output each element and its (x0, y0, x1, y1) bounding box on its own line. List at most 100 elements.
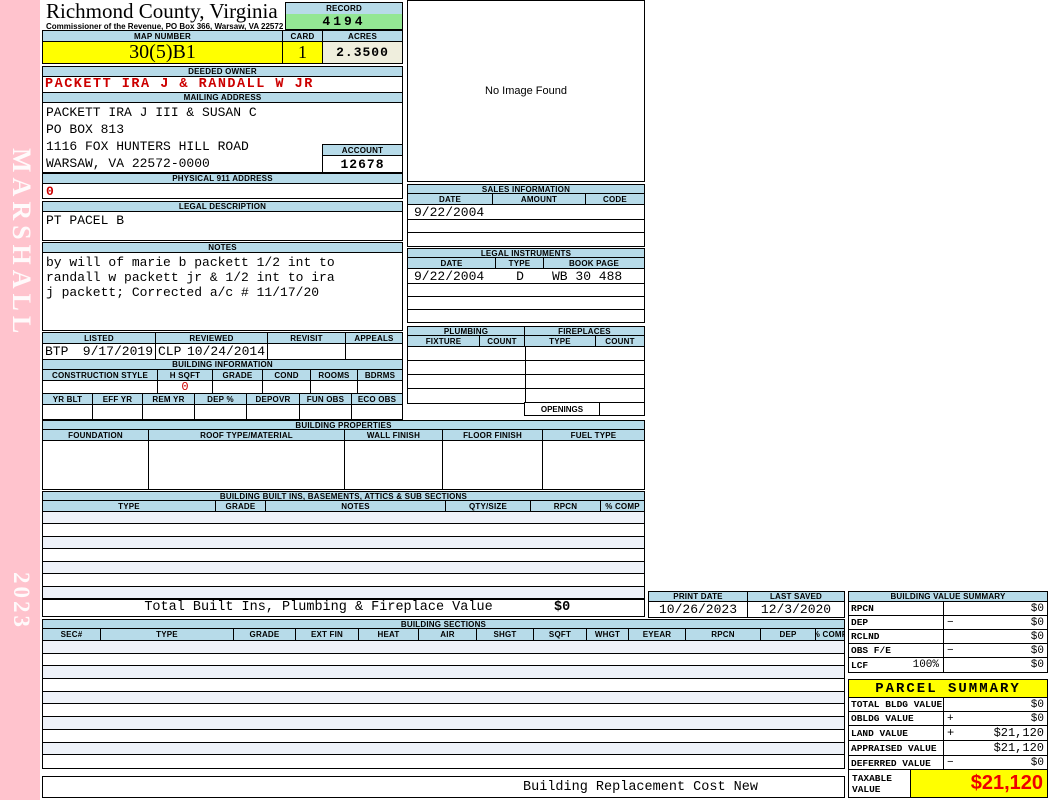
bs-grade-header: GRADE (234, 629, 296, 640)
taxable-label-line2: VALUE (852, 783, 881, 795)
taxable-value-amount: $21,120 (911, 770, 1047, 797)
notes-line: by will of marie b packett 1/2 int to (46, 255, 335, 270)
table-row (43, 717, 844, 730)
table-row (43, 512, 644, 524)
parcel-label: LAND VALUE (849, 726, 944, 740)
li-type-header: TYPE (496, 258, 544, 268)
building-info-value-row2 (43, 405, 402, 419)
table-row (408, 284, 644, 297)
table-row (408, 220, 644, 233)
appeals-header: APPEALS (346, 333, 402, 343)
plumbing-count-header: COUNT (480, 336, 525, 346)
parcel-value-cell: + $0 (944, 712, 1047, 725)
bi-notes-header: NOTES (266, 501, 446, 511)
openings-value (600, 403, 644, 415)
bs-type-header: TYPE (101, 629, 234, 640)
parcel-value: $21,120 (993, 741, 1044, 755)
revisit-value (268, 344, 346, 359)
bvs-label: DEP (849, 616, 944, 629)
bvs-op: − (947, 644, 954, 657)
mailing-line: PACKETT IRA J III & SUSAN C (46, 105, 257, 120)
parcel-row-deferred: DEFERRED VALUE − $0 (849, 756, 1047, 770)
rooms-value (311, 381, 358, 393)
building-info-header-row2: YR BLT EFF YR REM YR DEP % DEPOVR FUN OB… (43, 394, 402, 405)
notes-line: randall w packett jr & 1/2 int to ira (46, 270, 335, 285)
hsqft-value: 0 (158, 381, 213, 393)
table-row (408, 233, 644, 246)
cond-header: COND (263, 370, 311, 380)
parcel-row-obldg: OBLDG VALUE + $0 (849, 712, 1047, 726)
physical-address-value: 0 (42, 183, 403, 199)
parcel-label: APPRAISED VALUE (849, 741, 944, 755)
grade-header: GRADE (213, 370, 263, 380)
bvs-row-rpcn: RPCN $0 (849, 602, 1047, 616)
table-row: 9/22/2004 D WB 30 488 (408, 269, 644, 284)
parcel-value-cell: $21,120 (944, 741, 1047, 755)
parcel-op: − (947, 757, 954, 769)
bs-comp-header: % COMP (816, 629, 844, 640)
table-row: 9/22/2004 (408, 205, 644, 220)
li-date-header: DATE (408, 258, 496, 268)
bvs-value: $0 (1030, 616, 1044, 629)
building-properties-value-row (43, 441, 644, 489)
taxable-value-label: TAXABLE VALUE (849, 770, 911, 797)
table-row (43, 666, 844, 680)
reviewed-header: REVIEWED (156, 333, 268, 343)
parcel-value-cell: + $21,120 (944, 726, 1047, 740)
page-title: Richmond County, Virginia (46, 0, 278, 23)
bdrms-header: BDRMS (358, 370, 402, 380)
fireplace-type-header: TYPE (525, 336, 596, 346)
parcel-row-appraised: APPRAISED VALUE $21,120 (849, 741, 1047, 756)
notes-line: j packett; Corrected a/c # 11/17/20 (46, 285, 320, 300)
fireplace-count-header: COUNT (596, 336, 644, 346)
review-table: LISTED REVIEWED REVISIT APPEALS BTP 9/17… (42, 332, 403, 360)
deeded-owner-value: PACKETT IRA J & RANDALL W JR (42, 76, 403, 93)
listed-header: LISTED (43, 333, 156, 343)
card-value: 1 (282, 41, 323, 64)
building-properties-table: FOUNDATION ROOF TYPE/MATERIAL WALL FINIS… (42, 429, 645, 490)
revisit-header: REVISIT (268, 333, 346, 343)
acres-value: 2.3500 (322, 41, 403, 64)
depovr-header: DEPOVR (247, 394, 300, 404)
bvs-value: $0 (1030, 644, 1044, 657)
cond-value (263, 381, 311, 393)
table-row (43, 549, 644, 562)
building-sections-table: SEC# TYPE GRADE EXT FIN HEAT AIR SHGT SQ… (42, 628, 845, 769)
openings-label: OPENINGS (525, 403, 600, 415)
sales-date-header: DATE (408, 194, 493, 204)
li-bookpage-value: WB 30 488 (552, 269, 623, 283)
bvs-value-cell: $0 (944, 658, 1047, 672)
table-row (408, 361, 644, 375)
building-value-summary-table: RPCN $0 DEP − $0 RCLND $0 OBS F/E − $0 LCF… (848, 601, 1048, 673)
table-row (43, 562, 644, 574)
sales-header-row: DATE AMOUNT CODE (408, 194, 644, 205)
bvs-label: OBS F/E (849, 644, 944, 657)
parcel-value: $0 (1030, 712, 1044, 725)
bvs-lcf-pct: 100% (912, 659, 939, 671)
bvs-value-cell: $0 (944, 602, 1047, 615)
parcel-summary-header: PARCEL SUMMARY (848, 679, 1048, 698)
grade-value (213, 381, 263, 393)
legal-instruments-header-row: DATE TYPE BOOK PAGE (408, 258, 644, 269)
bvs-row-rclnd: RCLND $0 (849, 630, 1047, 644)
legal-description-value: PT PACEL B (42, 211, 403, 241)
table-row (43, 654, 844, 667)
appeals-value (346, 344, 402, 359)
print-info-values: 10/26/2023 12/3/2020 (648, 601, 845, 618)
rooms-header: ROOMS (311, 370, 358, 380)
parcel-value: $0 (1030, 698, 1044, 711)
parcel-value-cell: − $0 (944, 756, 1047, 770)
eyear-header: EYEAR (629, 629, 686, 640)
bi-comp-header: % COMP (601, 501, 644, 511)
parcel-value: $0 (1030, 757, 1044, 769)
taxable-value-row: TAXABLE VALUE $21,120 (848, 769, 1048, 798)
table-row (43, 730, 844, 743)
parcel-value: $21,120 (993, 726, 1044, 740)
map-number-value: 30(5)B1 (42, 41, 283, 64)
parcel-op: + (947, 712, 954, 725)
last-saved-value: 12/3/2020 (760, 602, 832, 617)
plumbing-fireplaces-header-row: FIXTURE COUNT TYPE COUNT (408, 336, 644, 347)
bvs-value: $0 (1030, 659, 1044, 671)
bvs-value-cell: − $0 (944, 644, 1047, 657)
table-row (43, 641, 844, 654)
